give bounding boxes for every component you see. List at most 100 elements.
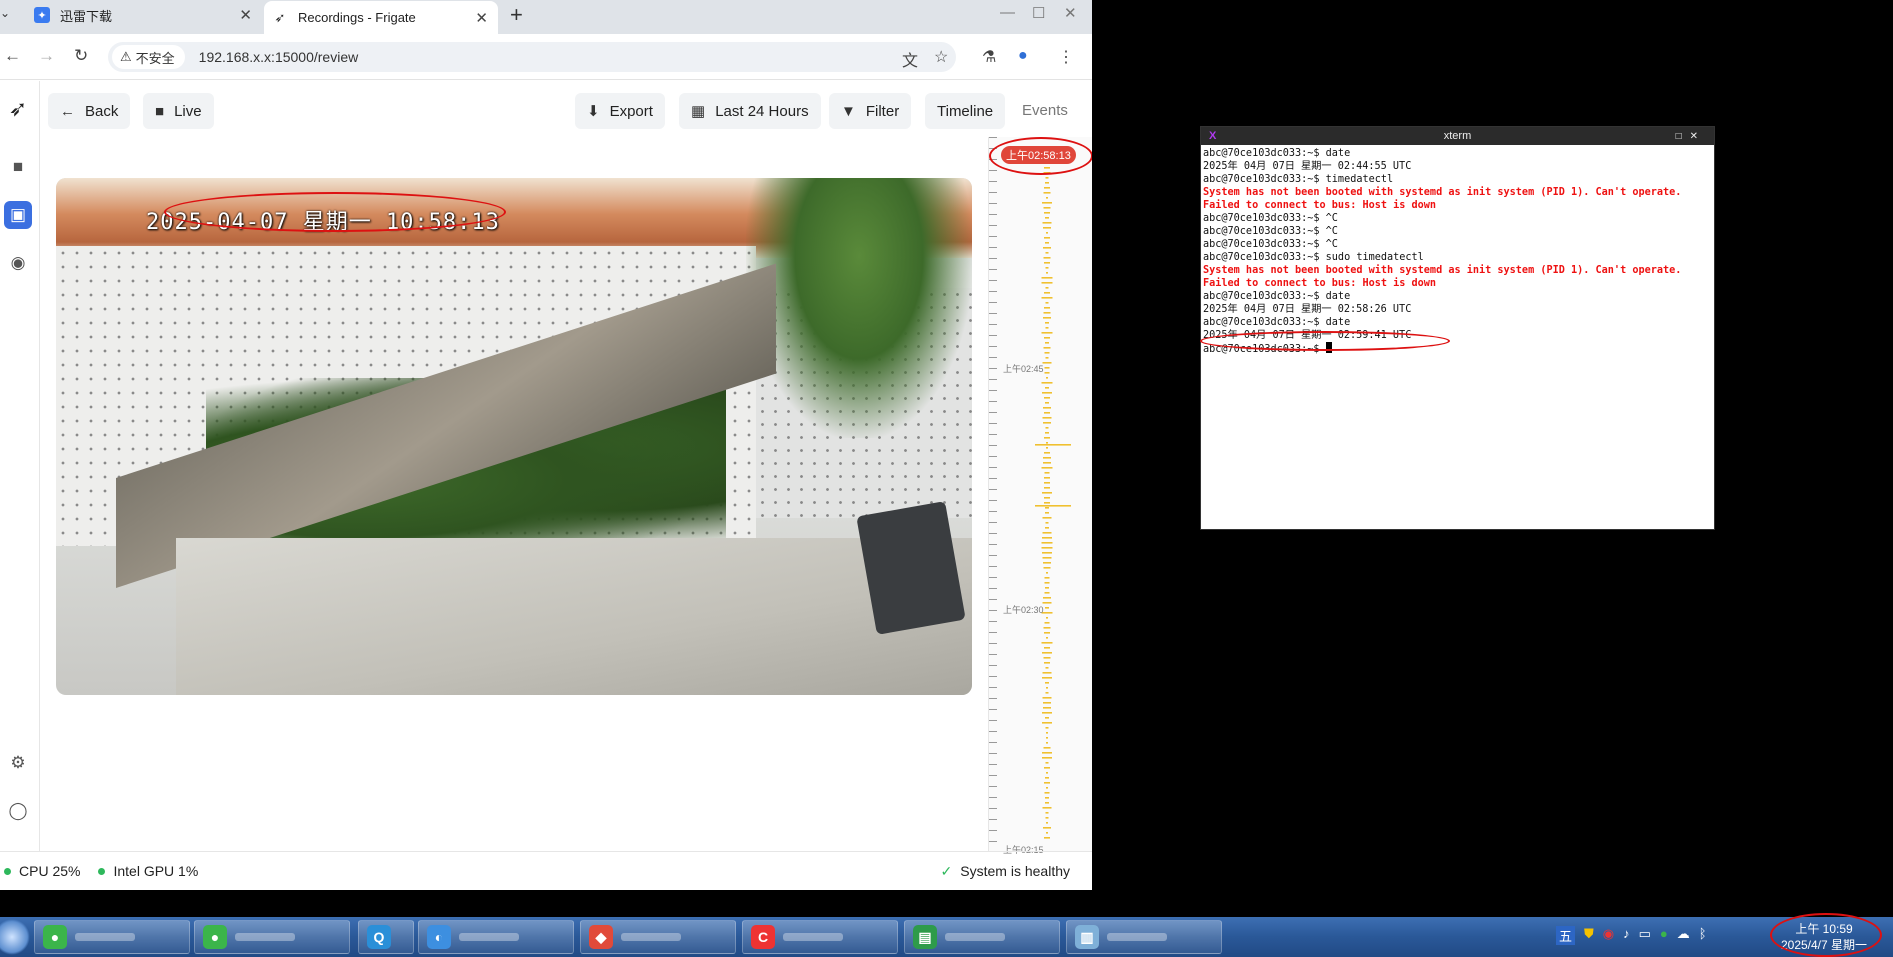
motion-bar bbox=[1044, 352, 1050, 354]
taskbar-item-anydesk[interactable]: ◆ bbox=[580, 920, 736, 954]
terminal-line: Failed to connect to bus: Host is down bbox=[1203, 200, 1437, 211]
motion-bar bbox=[1043, 707, 1051, 709]
maximize-icon[interactable]: ☐ bbox=[1032, 4, 1045, 22]
profile-avatar-icon[interactable]: ● bbox=[1018, 47, 1028, 65]
annotation-ellipse bbox=[164, 192, 506, 232]
motion-bar bbox=[1044, 412, 1050, 414]
back-arrow-icon[interactable]: ← bbox=[4, 46, 21, 66]
shield-icon[interactable]: ⛊ bbox=[1584, 926, 1594, 945]
motion-bar bbox=[1046, 822, 1048, 824]
motion-bar bbox=[1045, 802, 1049, 804]
motion-bar bbox=[1035, 444, 1071, 446]
motion-bar bbox=[1044, 262, 1050, 264]
browser-window: ⌄ ✦ 迅雷下载 ✕ ➶ Recordings - Frigate ✕ + — … bbox=[0, 0, 1092, 890]
security-chip[interactable]: ⚠ 不安全 bbox=[112, 45, 185, 69]
close-tab-icon[interactable]: ✕ bbox=[239, 6, 252, 24]
close-window-icon[interactable]: ✕ bbox=[1064, 4, 1077, 22]
nav-review-icon[interactable]: ▣ bbox=[4, 201, 32, 229]
events-toggle[interactable]: Events bbox=[1022, 102, 1068, 119]
new-tab-icon[interactable]: + bbox=[510, 2, 523, 28]
frigate-logo-icon[interactable]: ➶ bbox=[4, 95, 32, 123]
nav-live-camera-icon[interactable]: ■ bbox=[4, 153, 32, 181]
app-tray-icon[interactable]: ◉ bbox=[1603, 926, 1614, 945]
close-tab-icon[interactable]: ✕ bbox=[475, 9, 488, 27]
xterm-titlebar[interactable]: X xterm □✕ bbox=[1201, 127, 1714, 145]
motion-bar bbox=[1043, 567, 1051, 569]
gpu-status-dot bbox=[98, 867, 106, 875]
motion-bar bbox=[1042, 417, 1052, 419]
taskbar-item-notepad[interactable]: ▥ bbox=[1066, 920, 1222, 954]
tab-strip: ⌄ ✦ 迅雷下载 ✕ ➶ Recordings - Frigate ✕ + — … bbox=[0, 0, 1092, 34]
minimize-icon[interactable]: — bbox=[1000, 4, 1015, 21]
motion-bar bbox=[1042, 557, 1052, 559]
taskbar-item-wechat-1[interactable]: ● bbox=[34, 920, 190, 954]
system-health[interactable]: ✓ System is healthy bbox=[941, 863, 1070, 880]
motion-bar bbox=[1043, 257, 1051, 259]
forward-arrow-icon[interactable]: → bbox=[38, 46, 55, 66]
taskbar-item-sheets[interactable]: ▤ bbox=[904, 920, 1060, 954]
motion-bar bbox=[1043, 247, 1051, 249]
timeline-toggle[interactable]: Timeline bbox=[925, 93, 1006, 129]
back-button[interactable]: ← Back bbox=[48, 93, 131, 129]
date-range-button[interactable]: ▦ Last 24 Hours bbox=[679, 93, 821, 129]
wechat-tray-icon[interactable]: ● bbox=[1660, 926, 1668, 945]
start-orb-icon[interactable] bbox=[0, 919, 30, 955]
live-button[interactable]: ■ Live bbox=[143, 93, 214, 129]
ime-indicator[interactable]: 五 bbox=[1556, 926, 1576, 945]
download-icon: ⬇ bbox=[587, 103, 600, 120]
motion-bar bbox=[1044, 482, 1050, 484]
motion-bar bbox=[1044, 487, 1050, 489]
check-icon: ✓ bbox=[940, 862, 953, 879]
motion-bar bbox=[1043, 192, 1051, 194]
motion-bar bbox=[1042, 602, 1052, 604]
wechat-icon: ● bbox=[43, 925, 67, 949]
motion-bar bbox=[1044, 622, 1050, 624]
nav-explore-icon[interactable]: ◉ bbox=[4, 249, 32, 277]
taskbar-item-app[interactable]: Q bbox=[358, 920, 414, 954]
app-icon: Q bbox=[367, 925, 391, 949]
taskbar-item-browser[interactable]: ◐ bbox=[418, 920, 574, 954]
labs-flask-icon[interactable]: ⚗ bbox=[982, 47, 996, 67]
xterm-window[interactable]: X xterm □✕ abc@70ce103dc033:~$ date 2025年… bbox=[1200, 126, 1715, 530]
motion-bar bbox=[1043, 747, 1051, 749]
review-timeline[interactable]: 上午02:45 上午02:30 上午02:15 上午02:58:13 bbox=[988, 137, 1092, 855]
motion-bar bbox=[1042, 222, 1052, 224]
menu-kebab-icon[interactable]: ⋮ bbox=[1058, 47, 1074, 67]
volume-icon[interactable]: ♪ bbox=[1623, 926, 1630, 945]
motion-bar bbox=[1046, 732, 1048, 734]
reload-icon[interactable]: ↻ bbox=[74, 46, 88, 66]
motion-bar bbox=[1046, 832, 1048, 834]
terminal-output[interactable]: abc@70ce103dc033:~$ date 2025年 04月 07日 星期… bbox=[1201, 145, 1714, 357]
account-icon[interactable]: ◯ bbox=[4, 797, 32, 825]
motion-bar bbox=[1045, 182, 1049, 184]
tab-thunder-download[interactable]: ✦ 迅雷下载 ✕ bbox=[26, 0, 262, 30]
motion-bar bbox=[1046, 637, 1048, 639]
motion-bar bbox=[1045, 727, 1049, 729]
terminal-line: abc@70ce103dc033:~$ date bbox=[1203, 148, 1351, 159]
settings-gear-icon[interactable]: ⚙ bbox=[4, 749, 32, 777]
terminal-line: abc@70ce103dc033:~$ ^C bbox=[1203, 213, 1338, 224]
xterm-window-buttons[interactable]: □✕ bbox=[1676, 131, 1706, 142]
bookmark-star-icon[interactable]: ☆ bbox=[934, 47, 948, 67]
motion-bar bbox=[1045, 522, 1049, 524]
motion-bar bbox=[1046, 572, 1048, 574]
cloud-icon[interactable]: ☁ bbox=[1677, 926, 1690, 945]
taskbar-item-wechat-2[interactable]: ● bbox=[194, 920, 350, 954]
motion-bar bbox=[1043, 227, 1051, 229]
recording-video-player[interactable]: 2025-04-07 星期一 10:58:13 bbox=[56, 178, 972, 695]
export-button[interactable]: ⬇ Export bbox=[575, 93, 665, 129]
filter-button[interactable]: ▼ Filter bbox=[829, 93, 912, 129]
taskbar-item-app-2[interactable]: C bbox=[742, 920, 898, 954]
motion-bar bbox=[1046, 617, 1048, 619]
motion-bar bbox=[1043, 407, 1051, 409]
bluetooth-icon[interactable]: ᛒ bbox=[1699, 926, 1707, 945]
system-tray: 五 ⛊ ◉ ♪ ▭ ● ☁ ᛒ bbox=[1556, 926, 1707, 945]
tab-search-chevron-icon[interactable]: ⌄ bbox=[0, 6, 10, 20]
url-input[interactable]: ⚠ 不安全 192.168.x.x:15000/review bbox=[108, 42, 956, 72]
tab-recordings-frigate[interactable]: ➶ Recordings - Frigate ✕ bbox=[264, 1, 498, 34]
translate-icon[interactable]: 文 bbox=[902, 47, 918, 71]
terminal-line: System has not been booted with systemd … bbox=[1203, 187, 1682, 198]
network-icon[interactable]: ▭ bbox=[1639, 926, 1651, 945]
taskbar-item-label bbox=[945, 933, 1005, 941]
terminal-line: abc@70ce103dc033:~$ date bbox=[1203, 317, 1351, 328]
